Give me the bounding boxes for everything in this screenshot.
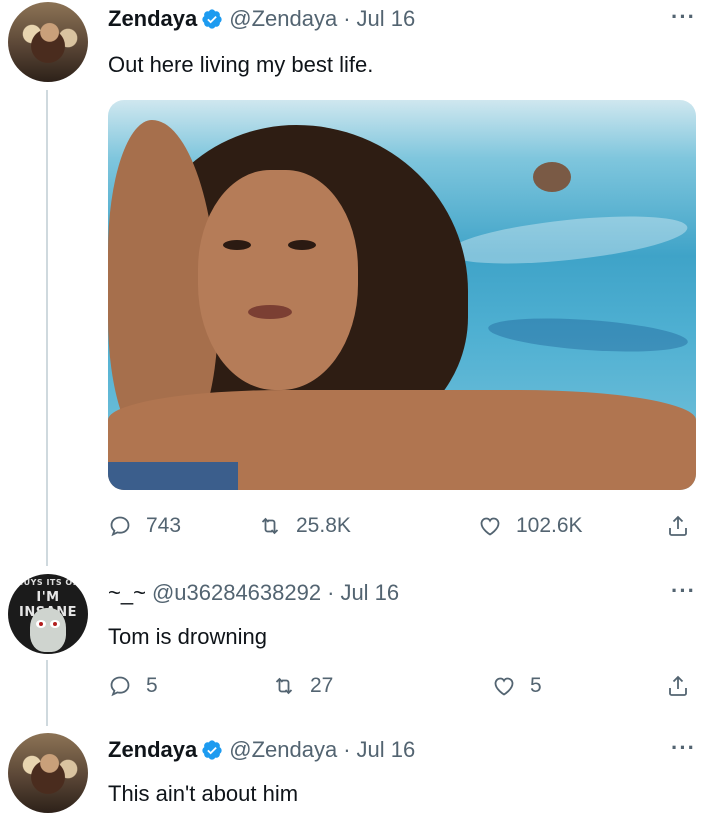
tweet-text: This ain't about him bbox=[108, 781, 299, 806]
retweet-icon bbox=[275, 677, 293, 695]
like-button[interactable]: 5 bbox=[492, 674, 542, 698]
separator-dot: · bbox=[327, 580, 335, 605]
cloth bbox=[108, 462, 238, 490]
author-name[interactable]: Zendaya bbox=[108, 737, 197, 763]
squidward-eye bbox=[36, 620, 46, 628]
retweet-count: 25.8K bbox=[296, 514, 351, 537]
retweet-count: 27 bbox=[310, 674, 334, 697]
thread-line bbox=[46, 90, 48, 566]
water-ripple bbox=[487, 313, 689, 357]
verified-badge-icon bbox=[202, 740, 222, 760]
verified-badge-icon bbox=[202, 9, 222, 29]
share-button[interactable] bbox=[666, 514, 690, 538]
like-count: 102.6K bbox=[516, 514, 583, 537]
swimmer-head bbox=[533, 162, 571, 192]
reply-icon bbox=[110, 516, 130, 537]
tweet-photo[interactable] bbox=[108, 100, 696, 490]
squidward-eye bbox=[50, 620, 60, 628]
more-icon[interactable]: ··· bbox=[671, 735, 696, 761]
action-bar: 5 27 5 bbox=[108, 674, 698, 706]
reply-count: 5 bbox=[146, 674, 158, 697]
reply-button[interactable]: 5 bbox=[108, 674, 158, 698]
tweet-header: Zendaya @Zendaya · Jul 16 bbox=[108, 6, 415, 32]
separator-dot: · bbox=[343, 737, 351, 762]
eye bbox=[223, 240, 251, 250]
retweet-button[interactable]: 27 bbox=[272, 674, 333, 698]
face bbox=[198, 170, 358, 390]
tweet-date[interactable]: Jul 16 bbox=[340, 580, 399, 606]
author-name[interactable]: ~_~ bbox=[108, 580, 146, 606]
share-icon bbox=[669, 515, 687, 536]
more-icon[interactable]: ··· bbox=[671, 4, 696, 30]
tweet-date[interactable]: Jul 16 bbox=[357, 737, 416, 763]
squidward-head bbox=[30, 608, 66, 652]
water-ripple bbox=[446, 207, 690, 273]
retweet-button[interactable]: 25.8K bbox=[258, 514, 351, 538]
like-icon bbox=[494, 677, 514, 696]
eye bbox=[288, 240, 316, 250]
avatar-meme-text-top: GUYS ITS OK bbox=[16, 578, 80, 587]
reply-count: 743 bbox=[146, 514, 182, 537]
tweet-text: Out here living my best life. bbox=[108, 52, 374, 77]
author-name[interactable]: Zendaya bbox=[108, 6, 197, 32]
avatar-zendaya[interactable] bbox=[8, 2, 88, 82]
share-icon bbox=[669, 675, 687, 696]
author-handle[interactable]: @Zendaya bbox=[229, 6, 337, 32]
author-handle[interactable]: @u36284638292 bbox=[152, 580, 321, 606]
reply-button[interactable]: 743 bbox=[108, 514, 181, 538]
avatar-zendaya[interactable] bbox=[8, 733, 88, 813]
like-button[interactable]: 102.6K bbox=[478, 514, 583, 538]
action-bar: 743 25.8K 102.6K bbox=[108, 514, 698, 546]
more-icon[interactable]: ··· bbox=[671, 578, 696, 604]
tweet-header: Zendaya @Zendaya · Jul 16 bbox=[108, 737, 415, 763]
share-button[interactable] bbox=[666, 674, 690, 698]
lips bbox=[248, 305, 292, 319]
tweet-header: ~_~ @u36284638292 · Jul 16 bbox=[108, 580, 399, 606]
thread-line bbox=[46, 660, 48, 726]
tweet-1[interactable]: Zendaya @Zendaya · Jul 16 ··· Out here l… bbox=[0, 0, 720, 566]
tweet-date[interactable]: Jul 16 bbox=[357, 6, 416, 32]
like-icon bbox=[480, 517, 500, 536]
avatar-reply-user[interactable]: GUYS ITS OK I'M INSANE bbox=[8, 574, 88, 654]
like-count: 5 bbox=[530, 674, 542, 697]
author-handle[interactable]: @Zendaya bbox=[229, 737, 337, 763]
reply-icon bbox=[110, 676, 130, 697]
tweet-2[interactable]: GUYS ITS OK I'M INSANE ~_~ @u36284638292… bbox=[0, 560, 720, 726]
tweet-text: Tom is drowning bbox=[108, 624, 267, 649]
retweet-icon bbox=[261, 517, 279, 535]
tweet-3[interactable]: Zendaya @Zendaya · Jul 16 ··· This ain't… bbox=[0, 725, 720, 813]
separator-dot: · bbox=[343, 6, 351, 31]
